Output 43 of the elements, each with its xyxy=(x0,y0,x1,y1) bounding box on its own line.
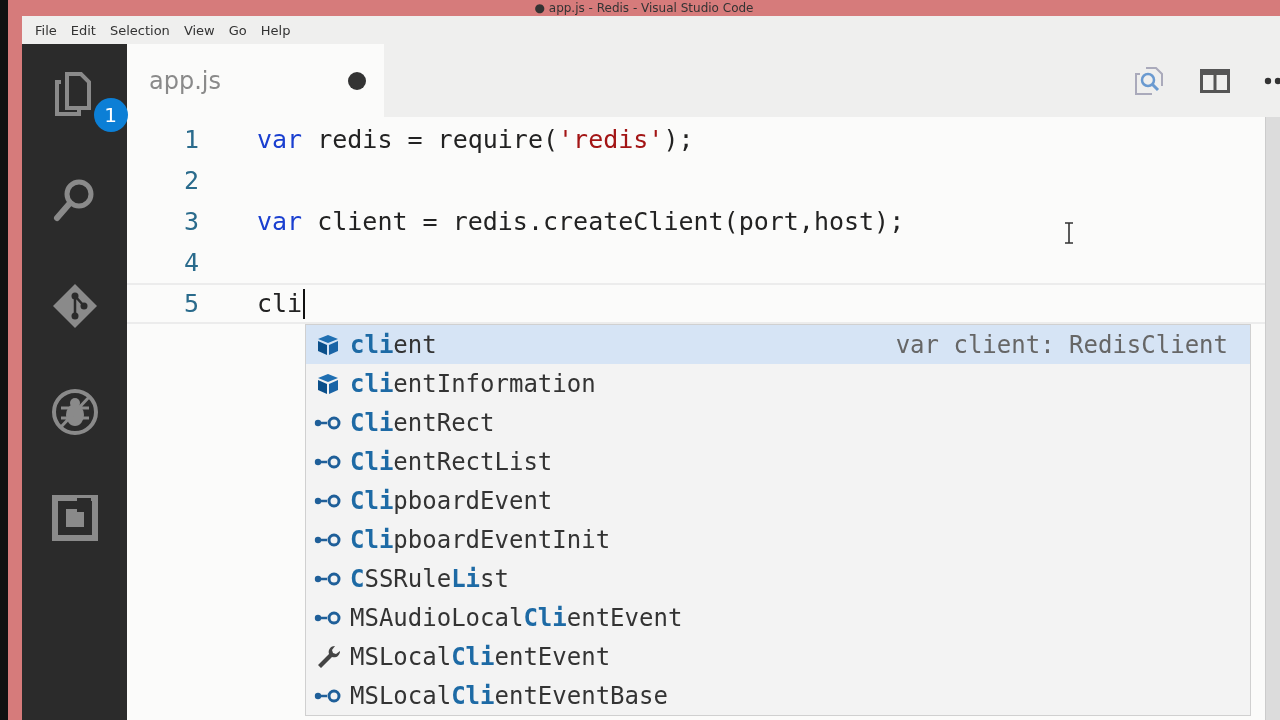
connector-icon xyxy=(314,492,342,509)
extensions-icon[interactable] xyxy=(50,494,99,542)
connector-icon xyxy=(314,609,342,626)
window-title: ● app.js - Redis - Visual Studio Code xyxy=(534,1,754,15)
connector-icon xyxy=(314,531,342,548)
menu-item[interactable]: Edit xyxy=(63,22,103,38)
line-number: 4 xyxy=(182,248,199,277)
connector-icon xyxy=(314,414,342,431)
code-line: var client = redis.createClient(port,host); xyxy=(257,207,905,236)
unsaved-dot-icon[interactable] xyxy=(348,71,366,90)
preview-icon[interactable] xyxy=(1134,65,1166,96)
suggestion-item[interactable]: ClipboardEventInit xyxy=(306,520,1250,559)
debug-icon[interactable] xyxy=(50,388,99,436)
suggestion-item[interactable]: ClientRectList xyxy=(306,442,1250,481)
split-editor-icon[interactable] xyxy=(1200,68,1230,93)
text-cursor-icon xyxy=(1064,222,1074,244)
scrollbar[interactable] xyxy=(1265,117,1280,720)
count-badge: 1 xyxy=(93,98,128,132)
code-line: var redis = require('redis'); xyxy=(257,125,694,154)
line-number: 5 xyxy=(182,289,199,318)
menu-item[interactable]: Help xyxy=(253,22,298,38)
connector-icon xyxy=(314,570,342,587)
suggestion-item[interactable]: client var client: RedisClient xyxy=(306,325,1250,364)
line-number: 2 xyxy=(182,166,199,195)
suggestion-item[interactable]: ClientRect xyxy=(306,403,1250,442)
code-line: cli xyxy=(257,289,303,318)
suggestion-item[interactable]: CSSRuleList xyxy=(306,559,1250,598)
cube-icon xyxy=(316,332,340,357)
connector-icon xyxy=(314,453,342,470)
suggestion-item[interactable]: ClipboardEvent xyxy=(306,481,1250,520)
suggestion-item[interactable]: MSAudioLocalClientEvent xyxy=(306,598,1250,637)
connector-icon xyxy=(314,687,342,704)
cube-icon xyxy=(316,371,340,396)
suggestion-item[interactable]: MSLocalClientEvent xyxy=(306,637,1250,676)
line-number: 3 xyxy=(182,207,199,236)
suggestion-item[interactable]: clientInformation xyxy=(306,364,1250,403)
suggestion-detail: var client: RedisClient xyxy=(895,330,1228,359)
menu-item[interactable]: File xyxy=(28,22,64,38)
suggestion-item[interactable]: MSLocalClientEventBase xyxy=(306,676,1250,715)
menu-item[interactable]: Selection xyxy=(102,22,177,38)
line-number: 1 xyxy=(182,125,199,154)
menu-item[interactable]: Go xyxy=(221,22,254,38)
menu-item[interactable]: View xyxy=(176,22,222,38)
